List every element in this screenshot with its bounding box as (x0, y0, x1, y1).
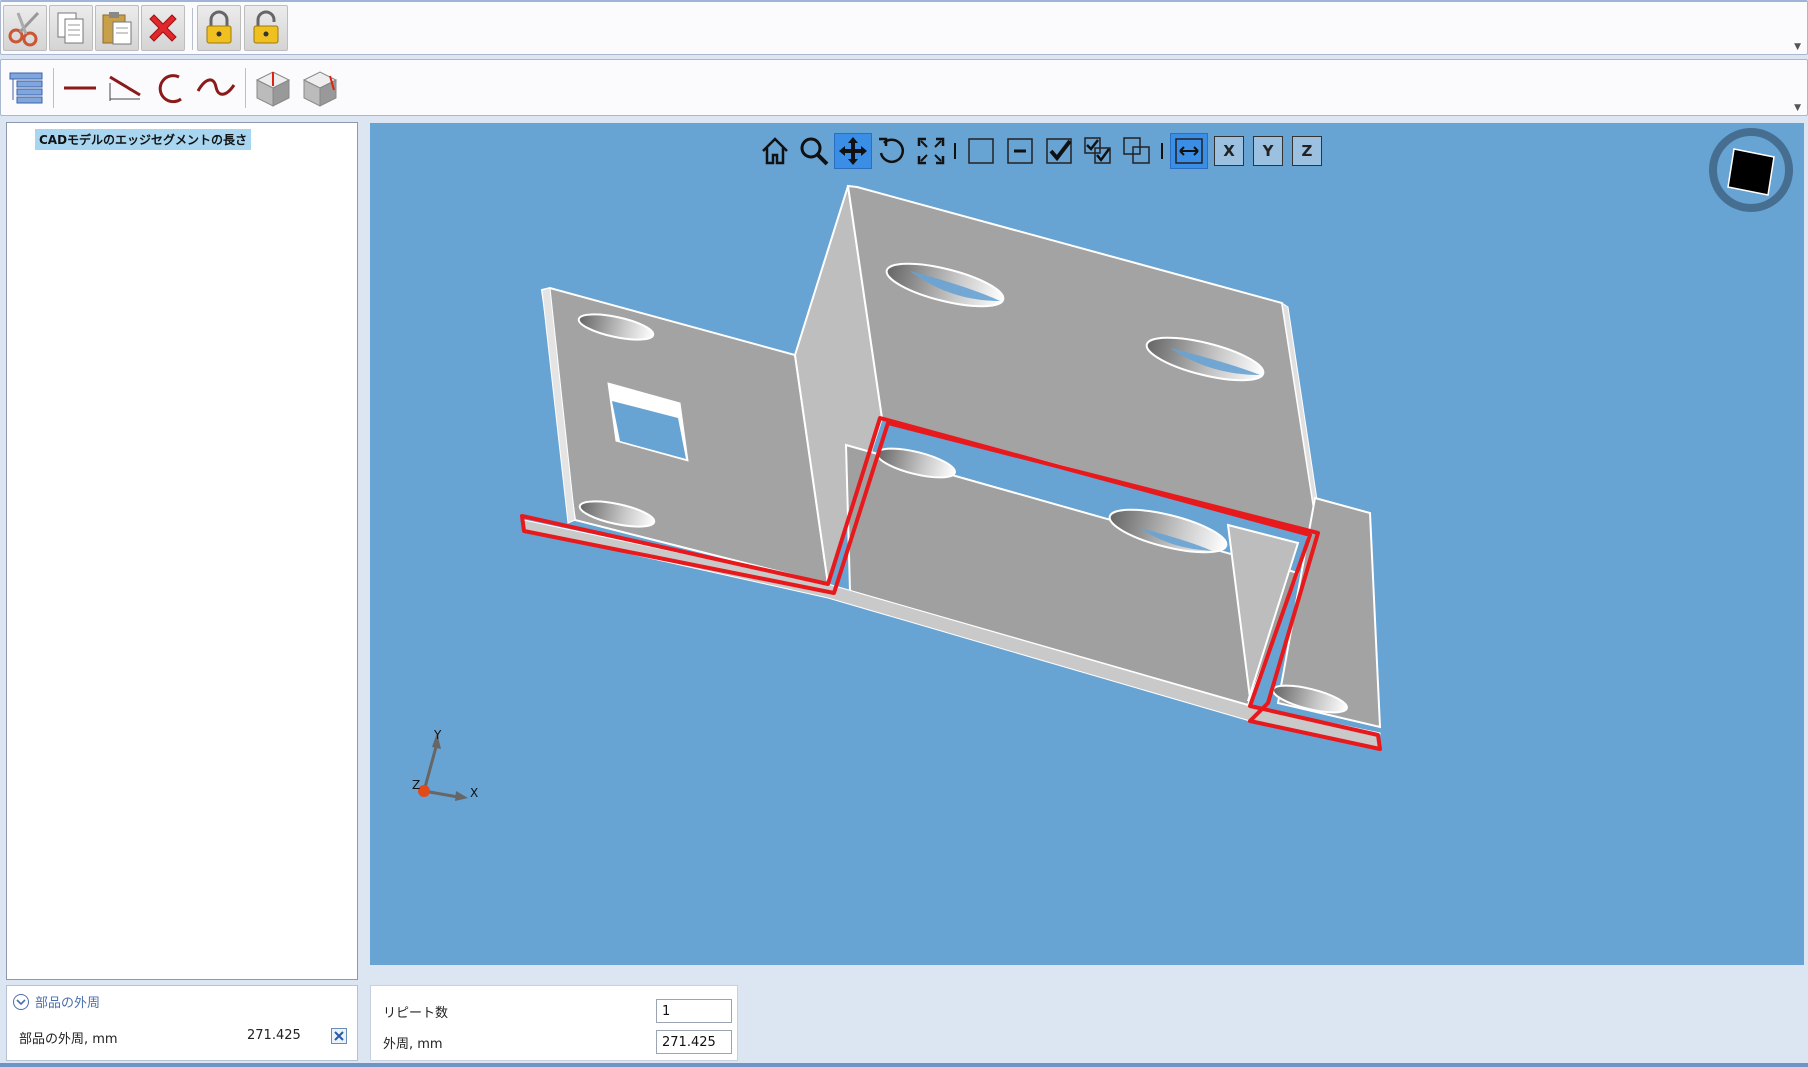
line-segment-icon (64, 86, 96, 90)
arc-icon (158, 74, 182, 104)
deselect-button[interactable] (1001, 133, 1039, 169)
lock-icon (206, 10, 232, 44)
chevron-down-icon[interactable] (13, 993, 29, 1010)
status-bar (0, 1063, 1808, 1067)
section-header[interactable]: 部品の外周 (13, 992, 100, 1011)
view-y-button[interactable]: Y (1253, 136, 1283, 166)
dimension-line-button[interactable] (104, 66, 146, 110)
solid-box-edge-icon (302, 71, 338, 107)
select-overlap-button[interactable] (1118, 133, 1156, 169)
repeat-count-input[interactable] (656, 999, 732, 1023)
toolbar-separator (192, 8, 193, 50)
paste-icon (102, 12, 132, 45)
tree-item-root[interactable]: CADモデルのエッジセグメントの長さ (35, 129, 252, 150)
delete-button[interactable] (141, 5, 185, 51)
perimeter-field-label: 外周, mm (383, 1037, 443, 1052)
toolbar-overflow-icon[interactable]: ▼ (1794, 42, 1801, 52)
fit-view-icon (917, 137, 945, 165)
view-x-button[interactable]: X (1214, 136, 1244, 166)
3d-viewport[interactable]: Y X Z X Y Z (370, 123, 1804, 965)
delete-icon (149, 14, 177, 42)
triad-label-x: X (470, 786, 478, 800)
view-z-button[interactable]: Z (1292, 136, 1322, 166)
line-segment-button[interactable] (59, 66, 101, 110)
remove-button[interactable] (331, 1028, 347, 1044)
rotate-icon (879, 137, 905, 163)
dimension-line-icon (109, 75, 141, 101)
rotate-button[interactable] (873, 133, 911, 169)
scissors-icon (8, 11, 40, 47)
main-toolbar: ▼ (0, 0, 1808, 55)
copy-icon (57, 12, 84, 44)
solid-box-icon (255, 71, 291, 107)
pan-button[interactable] (834, 133, 872, 169)
parameters-panel: リピート数 外周, mm (370, 985, 738, 1061)
measure-edge-icon (1175, 138, 1203, 164)
lock-button[interactable] (197, 5, 241, 51)
part-model[interactable] (370, 123, 1804, 965)
select-overlap-icon (1123, 137, 1150, 164)
select-multiple-button[interactable] (1079, 133, 1117, 169)
section-title: 部品の外周 (35, 996, 101, 1011)
toolbar-separator (53, 68, 54, 108)
select-button[interactable] (1040, 133, 1078, 169)
fit-view-button[interactable] (912, 133, 950, 169)
solid-box-button[interactable] (251, 66, 295, 110)
curve-button[interactable] (195, 66, 237, 110)
copy-button[interactable] (49, 5, 93, 51)
model-tree: CADモデルのエッジセグメントの長さ (6, 122, 358, 980)
triad-label-z: Z (412, 778, 420, 792)
toolbar-separator (954, 143, 956, 159)
edge-toolbar: ▼ (0, 59, 1808, 116)
viewport-toolbar: X Y Z (756, 133, 1416, 169)
zoom-icon (800, 137, 829, 166)
curve-icon (196, 78, 236, 96)
tree-view-button[interactable] (5, 66, 47, 110)
select-none-button[interactable] (962, 133, 1000, 169)
unlock-button[interactable] (244, 5, 288, 51)
toolbar-separator (245, 68, 246, 108)
cut-button[interactable] (3, 5, 47, 51)
toolbar-separator (1161, 143, 1163, 159)
repeat-count-label: リピート数 (383, 1006, 449, 1021)
measure-edge-button[interactable] (1170, 133, 1208, 169)
tree-view-icon (9, 72, 43, 104)
solid-box-edge-button[interactable] (298, 66, 342, 110)
select-icon (1046, 138, 1072, 164)
deselect-icon (1007, 138, 1033, 164)
unlock-icon (253, 10, 279, 44)
triad-label-y: Y (433, 728, 442, 742)
perimeter-panel: 部品の外周 部品の外周, mm 271.425 (6, 985, 358, 1061)
view-cube[interactable] (1706, 125, 1796, 215)
axis-triad: Y X Z (412, 728, 478, 801)
select-multiple-icon (1084, 137, 1111, 164)
select-none-icon (968, 138, 994, 164)
toolbar-overflow-icon[interactable]: ▼ (1794, 103, 1801, 113)
arc-button[interactable] (149, 66, 191, 110)
perimeter-input[interactable] (656, 1030, 732, 1054)
zoom-button[interactable] (795, 133, 833, 169)
close-icon (334, 1031, 344, 1041)
home-view-button[interactable] (756, 133, 794, 169)
perimeter-label: 部品の外周, mm (19, 1032, 118, 1047)
paste-button[interactable] (95, 5, 139, 51)
pan-icon (839, 137, 867, 165)
home-icon (762, 137, 788, 165)
perimeter-value: 271.425 (247, 1028, 301, 1043)
